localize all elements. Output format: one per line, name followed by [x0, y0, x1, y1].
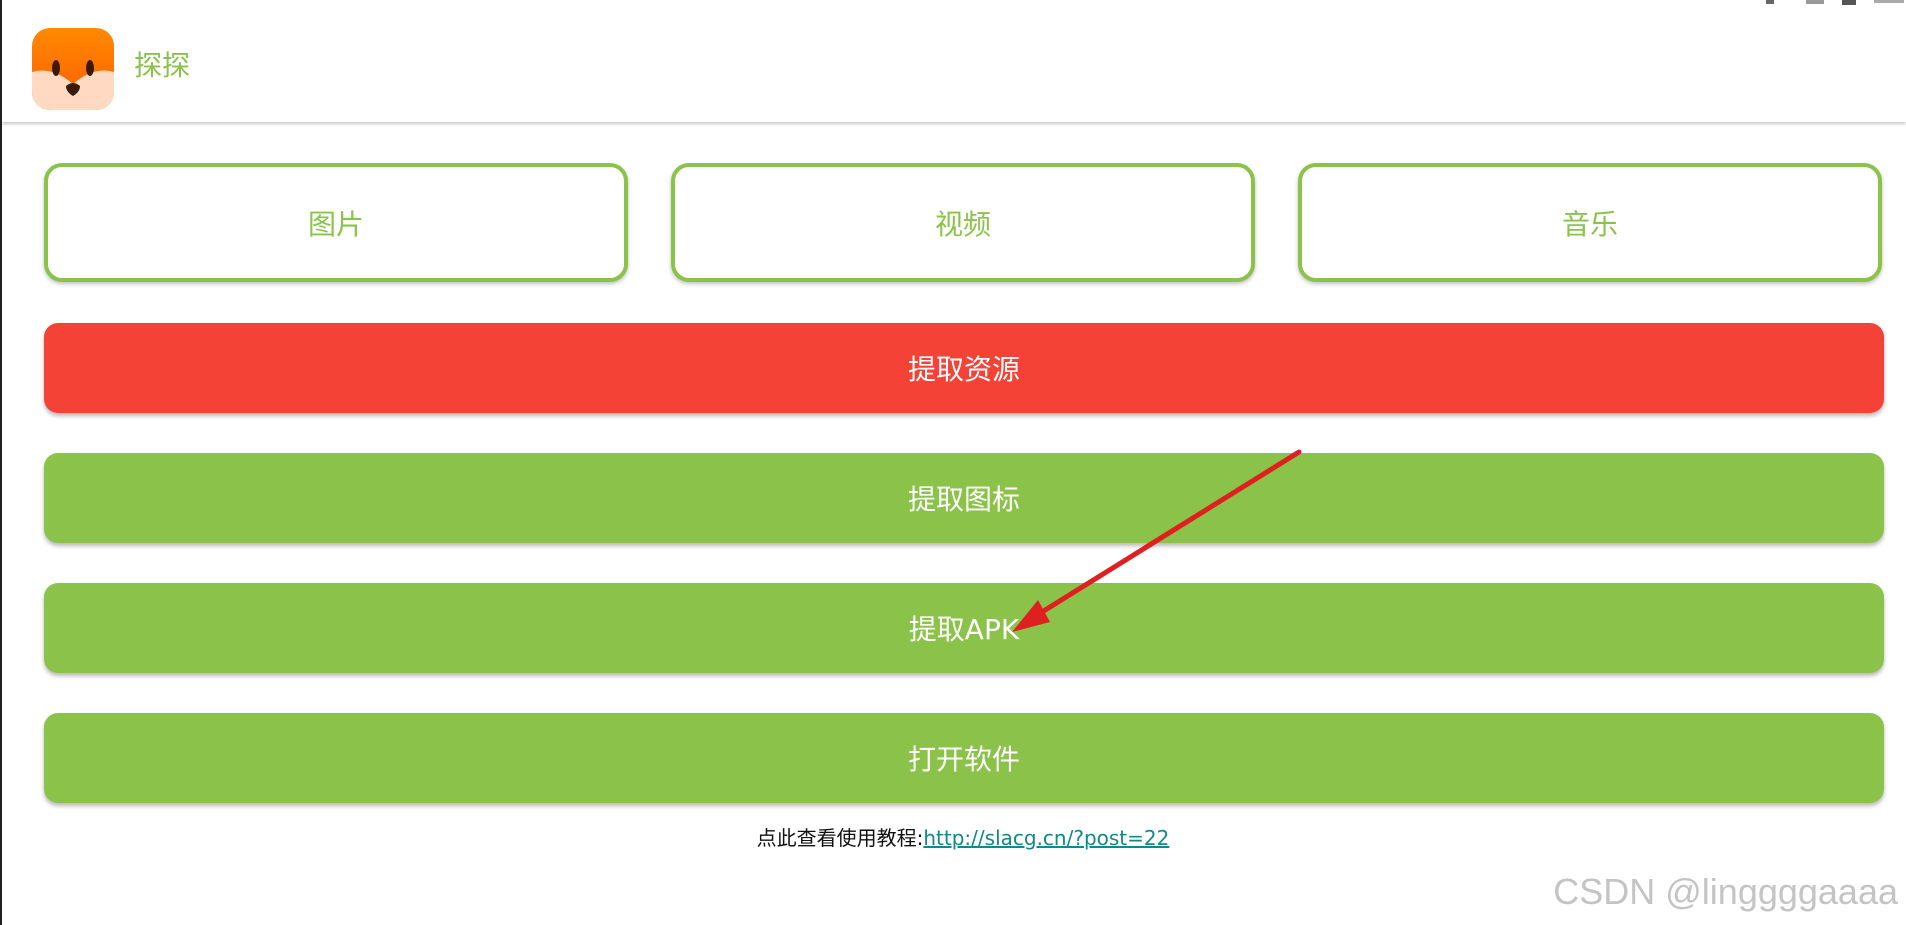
status-bar-icons	[1766, 0, 1904, 5]
tutorial-label: 点此查看使用教程:	[756, 826, 924, 850]
tab-videos[interactable]: 视频	[671, 163, 1255, 282]
watermark: CSDN @linggggaaaa	[1553, 871, 1898, 912]
tab-images[interactable]: 图片	[44, 163, 628, 282]
extract-apk-button[interactable]: 提取APK	[44, 583, 1884, 673]
open-app-button[interactable]: 打开软件	[44, 713, 1884, 803]
app-bar: 探探	[2, 0, 1906, 122]
extract-icon-button[interactable]: 提取图标	[44, 453, 1884, 543]
app-screen: 探探 图片 视频 音乐 提取资源 提取图标 提取APK 打开软件 点此查看使用教…	[0, 0, 1906, 925]
extract-resources-button[interactable]: 提取资源	[44, 323, 1884, 413]
tab-music[interactable]: 音乐	[1298, 163, 1882, 282]
app-title: 探探	[134, 49, 191, 82]
tutorial-line: 点此查看使用教程:http://slacg.cn/?post=22	[2, 824, 1906, 852]
fox-app-icon	[32, 28, 114, 110]
tutorial-link[interactable]: http://slacg.cn/?post=22	[923, 826, 1169, 850]
